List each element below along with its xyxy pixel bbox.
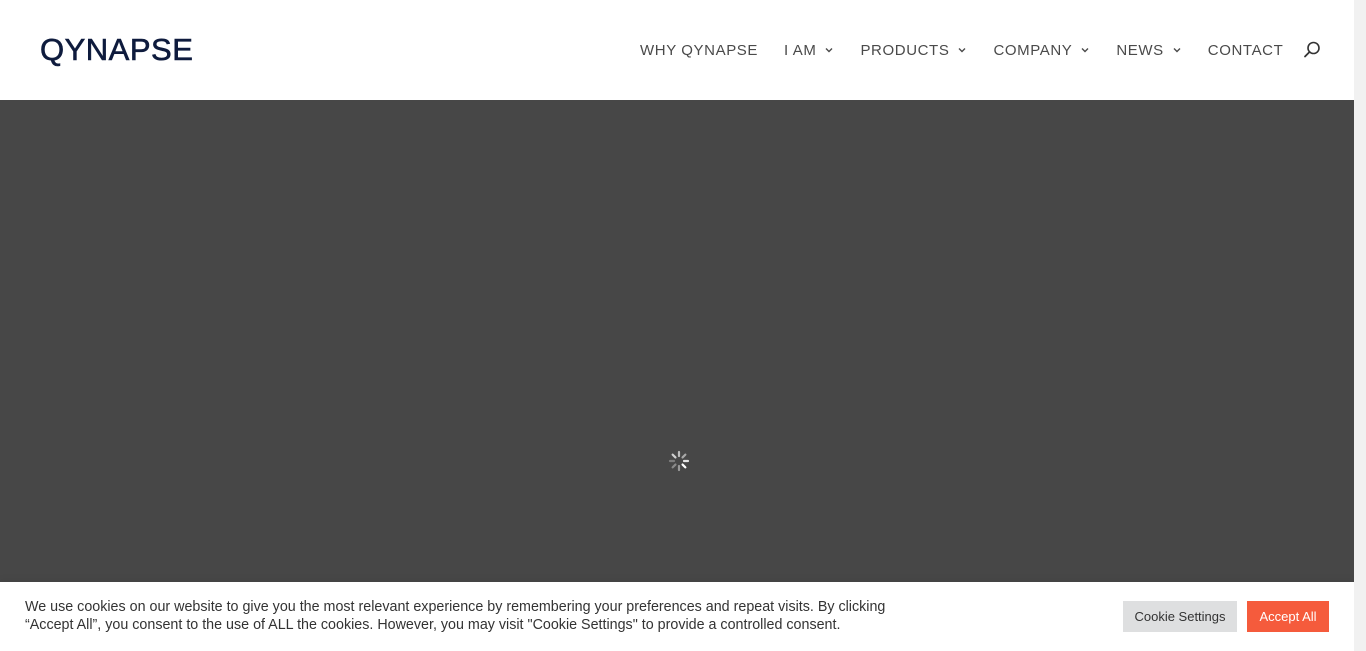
nav-item-company[interactable]: COMPANY xyxy=(993,42,1090,59)
cookie-message: We use cookies on our website to give yo… xyxy=(25,599,886,633)
page-scrollbar[interactable] xyxy=(1354,0,1366,651)
nav-item-i-am[interactable]: I AM xyxy=(784,42,834,59)
nav-item-products[interactable]: PRODUCTS xyxy=(860,42,967,59)
chevron-down-icon xyxy=(1081,48,1089,53)
nav-item-why-qynapse[interactable]: WHY QYNAPSE xyxy=(640,42,758,59)
page: QYNAPSE WHY QYNAPSE I AM PRODUCTS COMPAN… xyxy=(0,0,1354,651)
search-icon xyxy=(1304,41,1320,58)
nav-item-label: PRODUCTS xyxy=(860,41,950,59)
nav-item-label: CONTACT xyxy=(1207,41,1284,59)
search-button[interactable] xyxy=(1302,40,1322,60)
chevron-down-icon xyxy=(1173,48,1181,53)
chevron-down-icon xyxy=(825,48,833,53)
nav-item-label: I AM xyxy=(784,41,817,59)
site-header: QYNAPSE WHY QYNAPSE I AM PRODUCTS COMPAN… xyxy=(0,0,1354,100)
site-logo[interactable]: QYNAPSE xyxy=(40,32,194,67)
loading-spinner-icon xyxy=(668,450,690,472)
chevron-down-icon xyxy=(958,48,966,53)
accept-all-button[interactable]: Accept All xyxy=(1247,601,1329,632)
nav-item-contact[interactable]: CONTACT xyxy=(1208,42,1284,59)
nav-item-label: COMPANY xyxy=(993,41,1073,59)
main-nav: WHY QYNAPSE I AM PRODUCTS COMPANY NEWS C… xyxy=(640,40,1283,60)
logo-text: QYNAPSE xyxy=(40,32,194,67)
hero-banner xyxy=(0,100,1354,582)
nav-item-label: WHY QYNAPSE xyxy=(640,41,759,59)
nav-item-label: NEWS xyxy=(1116,41,1164,59)
cookie-settings-button[interactable]: Cookie Settings xyxy=(1123,601,1237,632)
cookie-consent-banner: We use cookies on our website to give yo… xyxy=(0,582,1354,651)
nav-item-news[interactable]: NEWS xyxy=(1116,42,1181,59)
